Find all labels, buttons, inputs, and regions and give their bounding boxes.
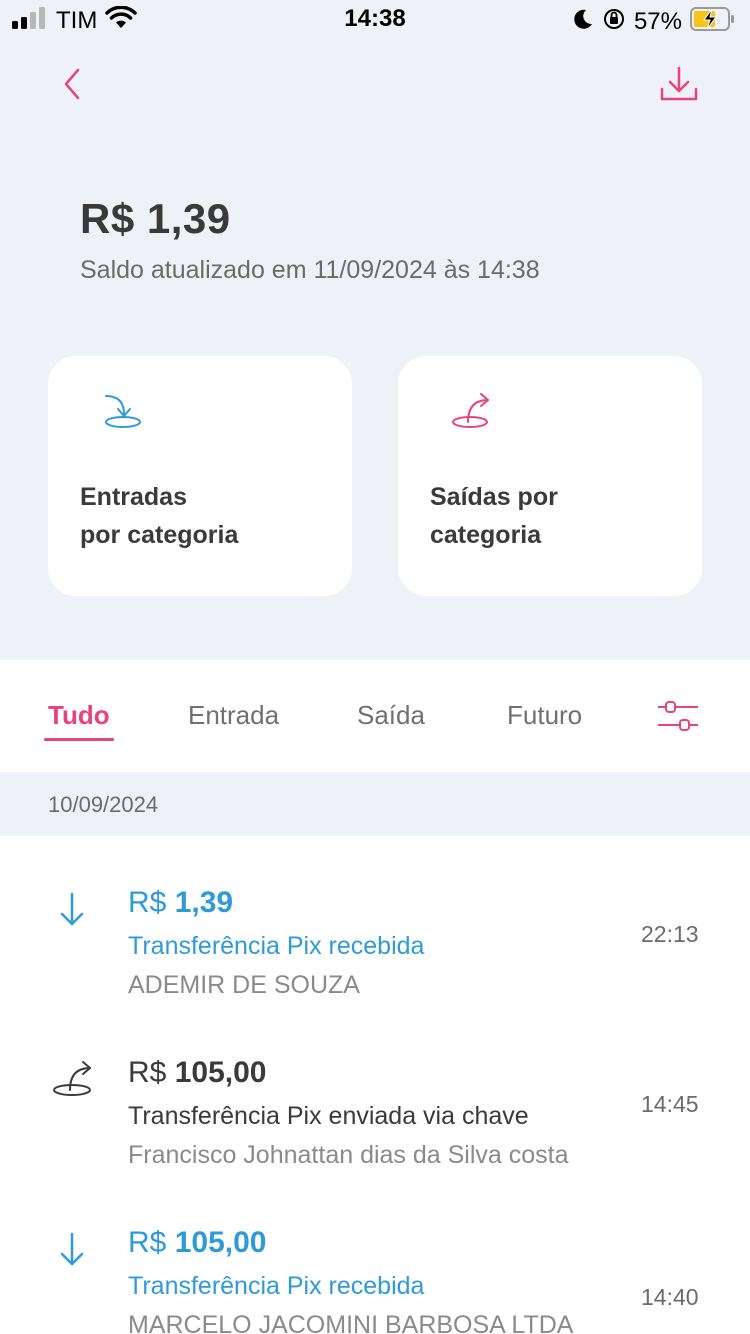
balance-updated-text: Saldo atualizado em 11/09/2024 às 14:38 xyxy=(80,256,540,284)
filter-sliders-icon xyxy=(658,701,698,731)
date-group-label: 10/09/2024 xyxy=(48,792,159,817)
outgoing-by-category-card[interactable]: Saídas por categoria xyxy=(398,356,702,596)
filter-button[interactable] xyxy=(656,696,700,736)
orientation-lock-icon xyxy=(602,7,626,36)
transaction-amount: R$ 105,00 xyxy=(128,1056,266,1090)
tab-future[interactable]: Futuro xyxy=(507,700,582,731)
outgoing-arrow-icon xyxy=(53,1061,91,1096)
transaction-time: 14:40 xyxy=(641,1284,699,1310)
transactions-panel: Tudo Entrada Saída Futuro 10/09/2024 R$ … xyxy=(0,660,750,1334)
moon-icon xyxy=(572,8,594,35)
account-balance: R$ 1,39 xyxy=(80,195,231,242)
transaction-currency: R$ xyxy=(128,886,167,919)
transaction-amount: R$ 1,39 xyxy=(128,886,233,920)
date-group-header: 10/09/2024 xyxy=(0,772,750,836)
battery-charging-icon xyxy=(690,6,736,37)
status-right: 57% xyxy=(572,6,736,37)
outgoing-arrow-icon xyxy=(452,393,489,428)
download-icon xyxy=(660,66,698,101)
filter-tabs: Tudo Entrada Saída Futuro xyxy=(0,660,750,772)
transaction-description: Transferência Pix enviada via chave xyxy=(128,1102,529,1130)
transaction-row[interactable]: R$ 1,39 Transferência Pix recebida ADEMI… xyxy=(0,878,750,1028)
battery-percentage: 57% xyxy=(633,7,682,35)
incoming-card-label: Entradas por categoria xyxy=(80,483,239,549)
back-button[interactable] xyxy=(52,62,96,106)
statement-screen: TIM 14:38 57% R$ 1,39 Saldo atualizado e… xyxy=(0,0,750,1334)
active-tab-indicator xyxy=(44,738,114,741)
tab-outgoing[interactable]: Saída xyxy=(357,700,425,731)
transaction-currency: R$ xyxy=(128,1056,167,1089)
transaction-row[interactable]: R$ 105,00 Transferência Pix recebida MAR… xyxy=(0,1218,750,1334)
outgoing-card-label: Saídas por categoria xyxy=(430,483,558,549)
arrow-down-icon xyxy=(60,892,84,926)
tab-incoming[interactable]: Entrada xyxy=(188,700,279,731)
incoming-by-category-card[interactable]: Entradas por categoria xyxy=(48,356,352,596)
status-bar: TIM 14:38 57% xyxy=(0,0,750,40)
transaction-counterparty: ADEMIR DE SOUZA xyxy=(128,971,360,999)
transaction-time: 14:45 xyxy=(641,1091,699,1117)
tab-all[interactable]: Tudo xyxy=(48,700,110,731)
transaction-amount: R$ 105,00 xyxy=(128,1226,266,1260)
transaction-time: 22:13 xyxy=(641,921,699,947)
transaction-counterparty: Francisco Johnattan dias da Silva costa xyxy=(128,1141,569,1169)
transaction-counterparty: MARCELO JACOMINI BARBOSA LTDA xyxy=(128,1311,574,1334)
chevron-left-icon xyxy=(64,68,80,100)
transaction-description: Transferência Pix recebida xyxy=(128,932,425,960)
transaction-description: Transferência Pix recebida xyxy=(128,1272,425,1300)
download-button[interactable] xyxy=(656,62,702,108)
incoming-arrow-icon xyxy=(105,395,141,428)
transaction-value: 105,00 xyxy=(174,1226,267,1259)
transaction-value: 105,00 xyxy=(174,1056,267,1089)
transaction-value: 1,39 xyxy=(174,886,234,919)
arrow-down-icon xyxy=(60,1232,84,1266)
transaction-row[interactable]: R$ 105,00 Transferência Pix enviada via … xyxy=(0,1048,750,1198)
transaction-currency: R$ xyxy=(128,1226,167,1259)
